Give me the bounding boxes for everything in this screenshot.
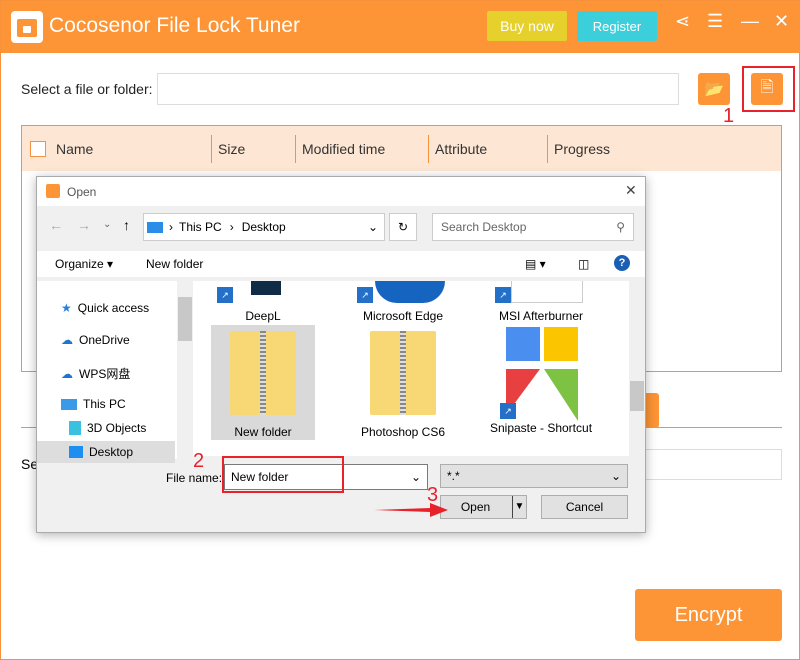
file-item[interactable]: ↗ DeepL xyxy=(211,281,315,323)
file-item[interactable]: ↗ MSI Afterburner xyxy=(489,281,593,323)
breadcrumb-desktop[interactable]: Desktop xyxy=(242,220,286,234)
back-icon[interactable]: ← xyxy=(49,217,63,233)
minimize-icon[interactable]: — xyxy=(741,11,759,32)
dialog-title: Open xyxy=(67,185,97,199)
nav-this-pc[interactable]: This PC xyxy=(61,397,126,411)
recent-chevron-icon[interactable]: ⌄ xyxy=(103,219,111,230)
cancel-button[interactable]: Cancel xyxy=(541,495,628,519)
buy-now-button[interactable]: Buy now xyxy=(487,11,567,41)
col-progress[interactable]: Progress xyxy=(547,134,697,163)
refresh-icon: ↻ xyxy=(397,220,409,234)
select-all-checkbox[interactable] xyxy=(30,140,46,157)
close-icon[interactable]: ✕ xyxy=(774,11,789,32)
dialog-title-bar: Open ✕ xyxy=(37,177,645,206)
this-pc-icon xyxy=(147,221,163,233)
search-icon: ⚲ xyxy=(616,220,625,234)
table-header: Name Size Modified time Attribute Progre… xyxy=(22,126,781,171)
col-name[interactable]: Name xyxy=(56,141,211,157)
file-list: ↗ DeepL ↗ Microsoft Edge ↗ MSI Afterburner … xyxy=(193,281,645,456)
help-icon[interactable]: ? xyxy=(614,255,630,271)
navigation-pane: ★ Quick access ☁ OneDrive ☁ WPS网盘 This PC 3… xyxy=(37,281,193,463)
file-item-selected[interactable]: New folder xyxy=(211,325,315,440)
organize-menu[interactable]: Organize ▾ xyxy=(55,257,113,271)
app-title: Cocosenor File Lock Tuner xyxy=(49,14,300,37)
folder-icon xyxy=(230,331,296,415)
share-icon[interactable]: ⋖ xyxy=(675,11,690,32)
col-size[interactable]: Size xyxy=(211,134,295,163)
dialog-close-icon[interactable]: ✕ xyxy=(625,182,637,199)
highlight-box xyxy=(742,66,795,112)
address-bar[interactable]: › This PC › Desktop ⌄ xyxy=(143,213,385,241)
file-item[interactable]: ↗ Microsoft Edge xyxy=(351,281,455,323)
content-scrollbar[interactable] xyxy=(629,281,645,456)
open-folder-button[interactable]: 📂 xyxy=(698,73,730,105)
open-dropdown-icon: ▼ xyxy=(512,496,526,518)
folder-open-icon: 📂 xyxy=(704,81,724,98)
open-button[interactable]: Open ▼ xyxy=(440,495,527,519)
second-input[interactable] xyxy=(641,449,782,480)
refresh-button[interactable]: ↻ xyxy=(389,213,417,241)
new-folder-button[interactable]: New folder xyxy=(146,257,203,271)
encrypt-button[interactable]: Encrypt xyxy=(635,589,782,641)
view-options-icon[interactable]: ▤ ▾ xyxy=(525,257,546,271)
title-bar: Cocosenor File Lock Tuner Buy now Regist… xyxy=(1,1,800,53)
file-item[interactable]: Photoshop CS6 xyxy=(351,325,455,439)
app-logo-icon xyxy=(11,11,43,43)
menu-icon[interactable]: ☰ xyxy=(707,11,723,32)
step-2-label: 2 xyxy=(193,450,205,472)
forward-icon[interactable]: → xyxy=(77,217,91,233)
preview-pane-icon[interactable]: ◫ xyxy=(578,257,589,271)
nav-scrollbar[interactable] xyxy=(177,281,193,459)
up-icon[interactable]: ↑ xyxy=(123,217,130,233)
nav-desktop[interactable]: Desktop xyxy=(37,441,175,463)
arrow-annotation xyxy=(374,503,448,517)
file-type-select[interactable]: *.* ⌄ xyxy=(440,464,628,488)
nav-wps[interactable]: ☁ WPS网盘 xyxy=(61,365,130,382)
nav-quick-access[interactable]: ★ Quick access xyxy=(61,301,149,315)
dialog-app-icon xyxy=(46,184,60,198)
file-item[interactable]: ↗ Snipaste - Shortcut xyxy=(489,325,593,436)
nav-onedrive[interactable]: ☁ OneDrive xyxy=(61,333,130,347)
search-input[interactable]: Search Desktop ⚲ xyxy=(432,213,634,241)
highlight-box xyxy=(222,456,344,493)
select-path-input[interactable] xyxy=(157,73,679,105)
folder-icon xyxy=(370,331,436,415)
snipaste-icon: ↗ xyxy=(500,325,578,421)
select-label: Select a file or folder: xyxy=(21,81,153,97)
search-placeholder: Search Desktop xyxy=(441,220,527,234)
address-dropdown-icon[interactable]: ⌄ xyxy=(368,220,378,234)
col-modified[interactable]: Modified time xyxy=(295,134,428,163)
file-name-label: File name: xyxy=(166,471,223,485)
register-button[interactable]: Register xyxy=(577,11,657,41)
breadcrumb-this-pc[interactable]: This PC xyxy=(179,220,222,234)
col-attribute[interactable]: Attribute xyxy=(428,134,547,163)
nav-3d-objects[interactable]: 3D Objects xyxy=(69,421,146,435)
